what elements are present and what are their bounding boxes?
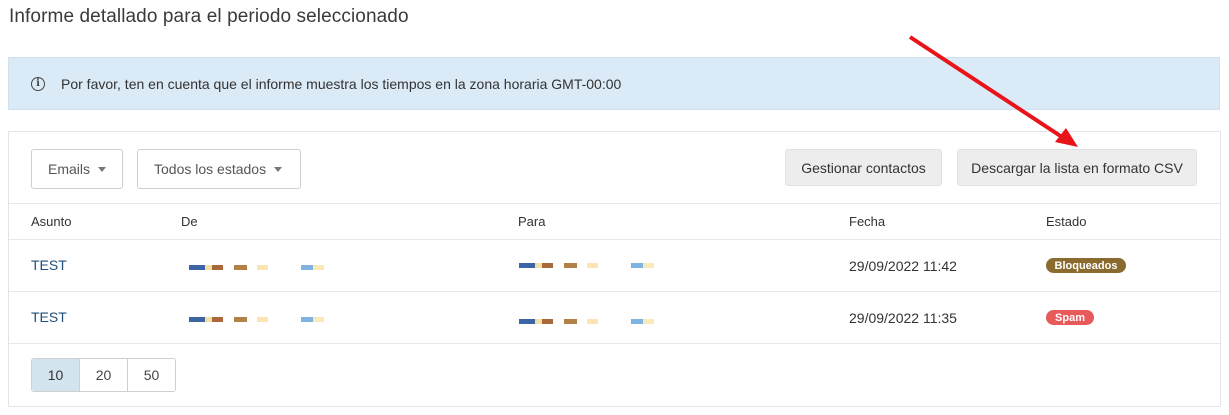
status-badge: Spam [1046,310,1094,325]
page-title: Informe detallado para el periodo selecc… [9,6,409,27]
divider [9,291,1220,292]
header-from: De [181,214,198,229]
table-row-date: 29/09/2022 11:35 [849,310,957,326]
divider [9,343,1220,344]
status-badge: Bloqueados [1046,258,1126,273]
table-row-subject[interactable]: TEST [31,257,67,273]
page-size-option[interactable]: 10 [32,359,80,391]
page-size-selector: 10 20 50 [31,358,176,392]
manage-contacts-button[interactable]: Gestionar contactos [785,149,942,186]
page-size-option[interactable]: 50 [128,359,175,391]
type-filter-label: Emails [48,161,91,177]
divider [9,239,1220,240]
header-subject: Asunto [31,214,72,229]
download-csv-button[interactable]: Descargar la lista en formato CSV [957,149,1197,186]
type-filter-dropdown[interactable]: Emails [31,149,123,189]
divider [9,203,1220,204]
page-size-option[interactable]: 20 [80,359,128,391]
header-to: Para [518,214,546,229]
info-icon: i [31,76,45,91]
chevron-down-icon [98,166,107,172]
header-date: Fecha [849,214,886,229]
table-row-subject[interactable]: TEST [31,309,67,325]
chevron-down-icon [274,166,283,172]
header-status: Estado [1046,214,1087,229]
info-banner: i Por favor, ten en cuenta que el inform… [8,57,1220,110]
status-filter-label: Todos los estados [154,161,267,177]
status-filter-dropdown[interactable]: Todos los estados [137,149,301,189]
table-row-date: 29/09/2022 11:42 [849,258,957,274]
info-banner-text: Por favor, ten en cuenta que el informe … [61,75,622,92]
